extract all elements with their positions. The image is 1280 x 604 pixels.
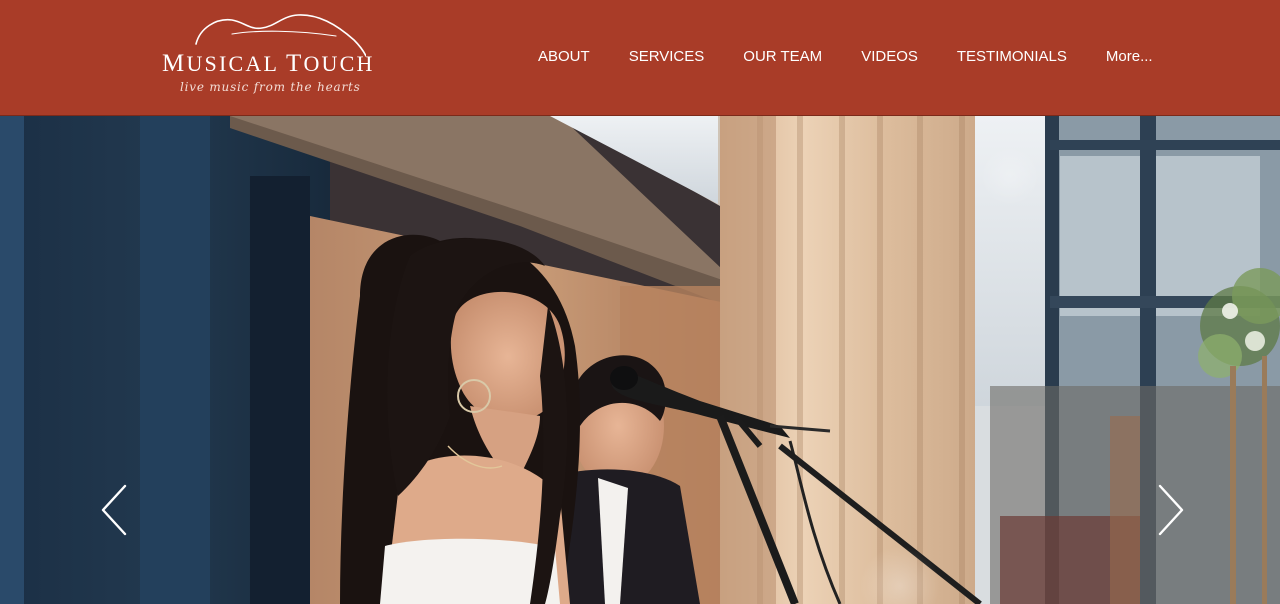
nav-about[interactable]: ABOUT: [538, 48, 590, 65]
main-nav: ABOUT SERVICES OUR TEAM VIDEOS TESTIMONI…: [538, 48, 1153, 65]
brand-tagline: live music from the hearts: [180, 80, 361, 94]
hero-slideshow: [0, 116, 1280, 604]
slideshow-prev-button[interactable]: [95, 480, 135, 540]
hero-slide-image: [0, 116, 1280, 604]
brand-title: MUSICAL TOUCH: [162, 50, 375, 77]
chevron-left-icon: [101, 484, 127, 536]
slideshow-next-button[interactable]: [1150, 480, 1190, 540]
nav-testimonials[interactable]: TESTIMONIALS: [957, 48, 1067, 65]
chevron-right-icon: [1158, 484, 1184, 536]
nav-services[interactable]: SERVICES: [629, 48, 705, 65]
nav-videos[interactable]: VIDEOS: [861, 48, 918, 65]
nav-more-menu[interactable]: More...: [1106, 48, 1153, 65]
nav-our-team[interactable]: OUR TEAM: [743, 48, 822, 65]
site-header: MUSICAL TOUCH live music from the hearts…: [0, 0, 1280, 116]
brand-logo[interactable]: MUSICAL TOUCH live music from the hearts: [160, 10, 375, 106]
